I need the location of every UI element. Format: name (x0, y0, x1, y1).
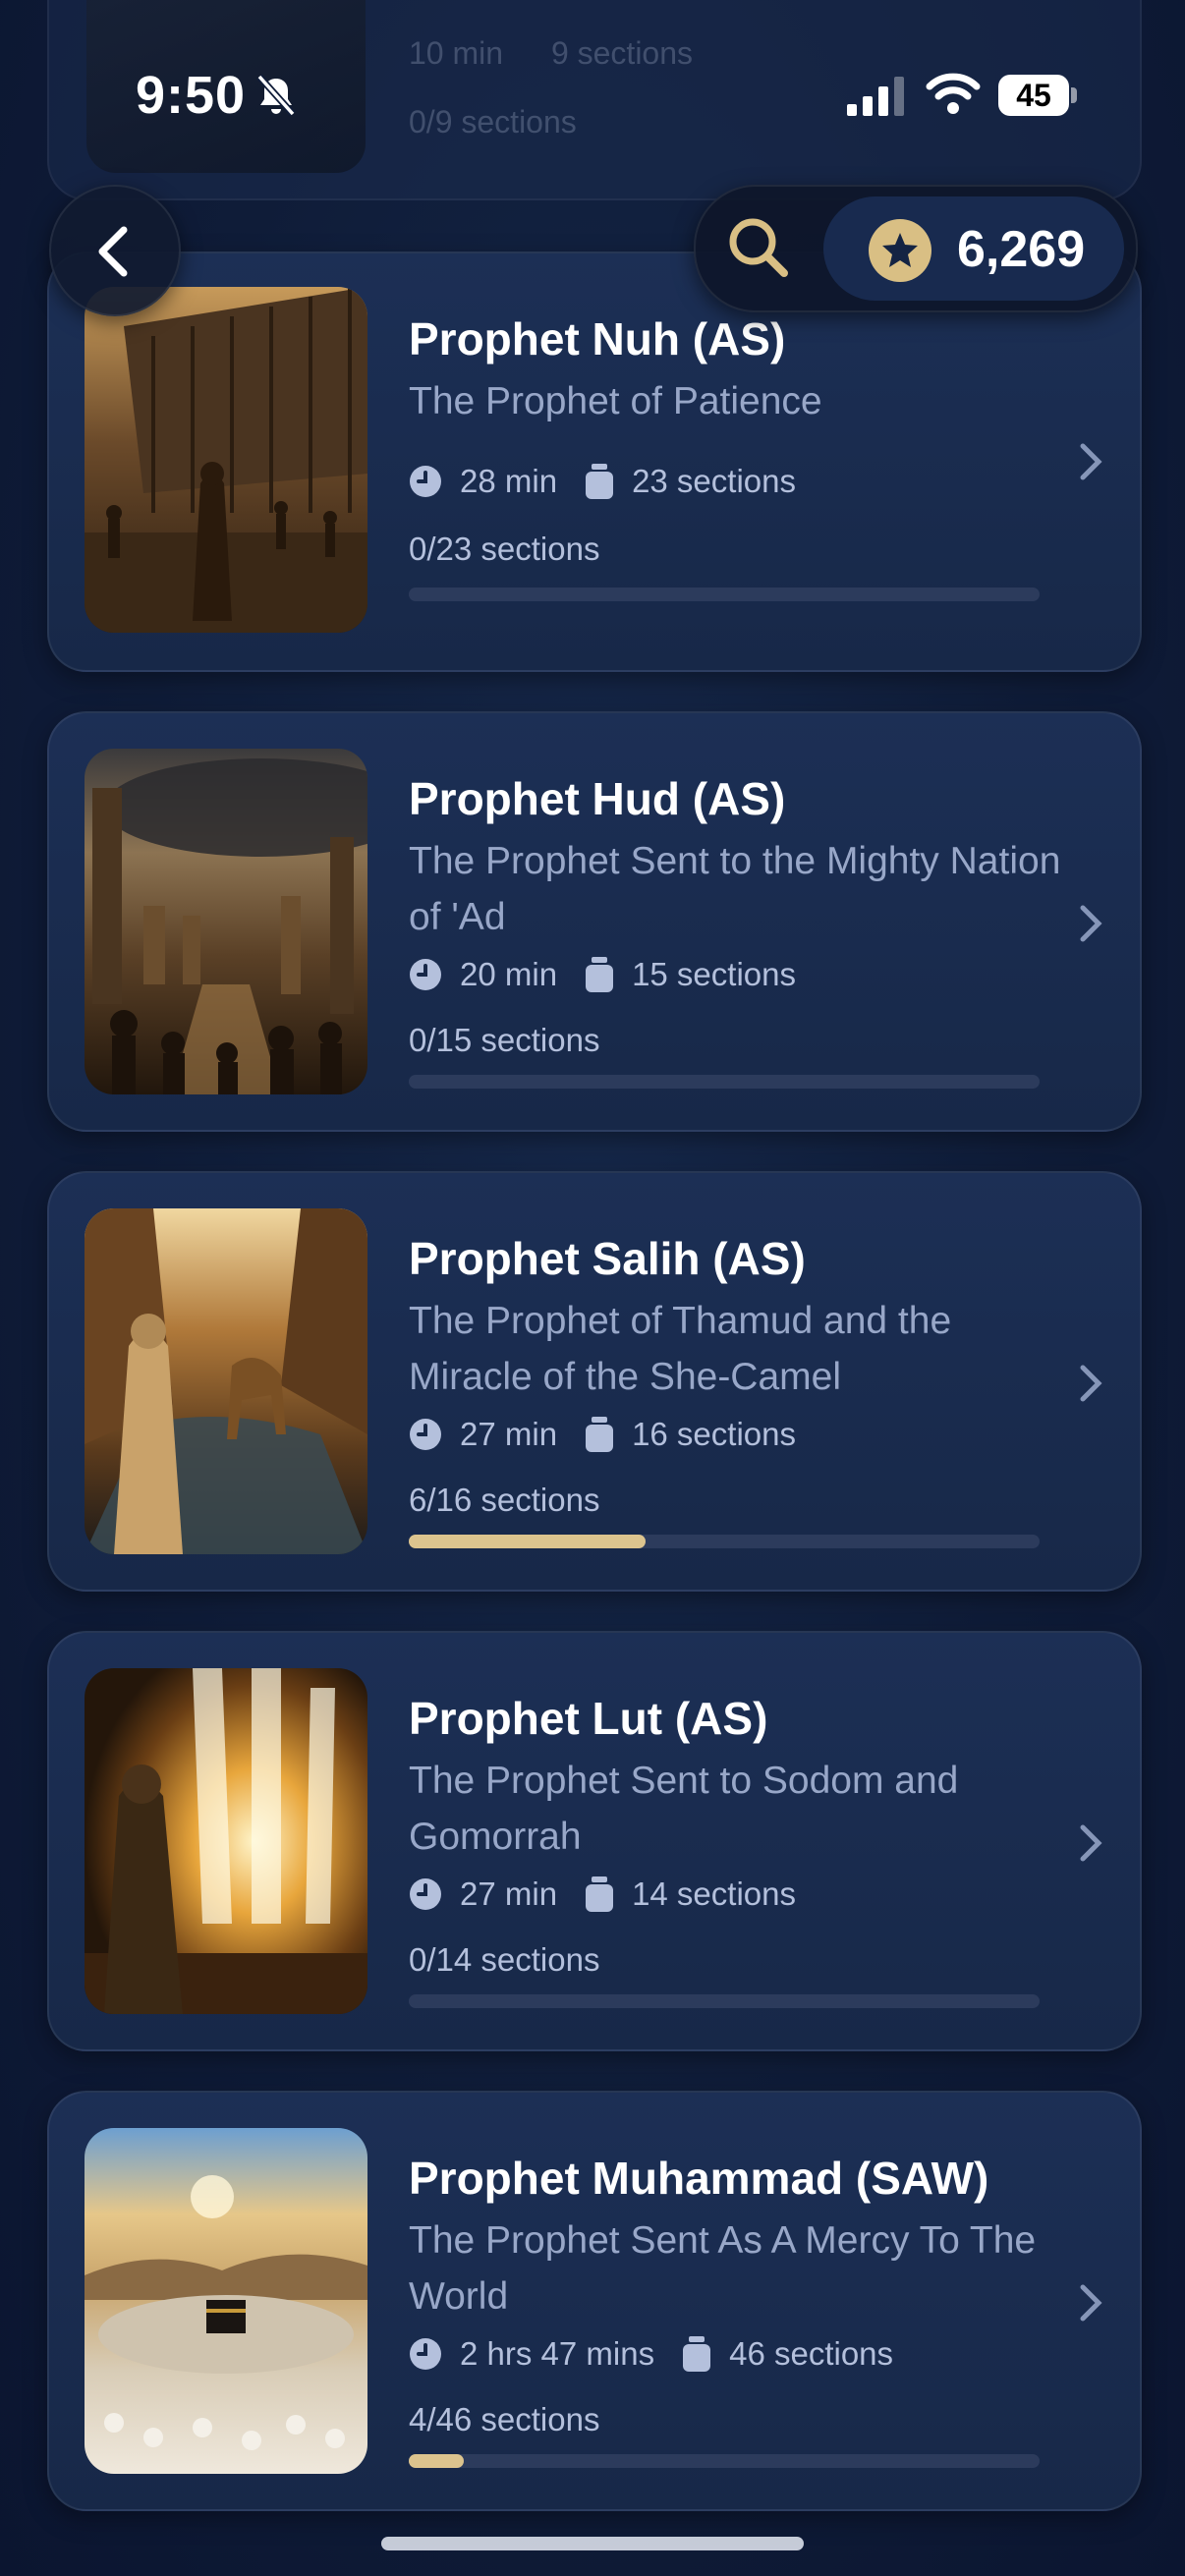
story-thumbnail-hud (85, 749, 367, 1094)
story-sections: 23 sections (632, 463, 796, 499)
story-meta: 20 min 15 sections (409, 955, 796, 994)
status-bar: 9:50 45 (0, 0, 1185, 187)
story-progress-text: 0/23 sections (409, 531, 600, 567)
search-icon (729, 218, 788, 277)
story-card-salih[interactable]: Prophet Salih (AS) The Prophet of Thamud… (47, 1171, 1142, 1592)
story-thumbnail-lut (85, 1668, 367, 2014)
story-meta: 27 min 16 sections (409, 1415, 796, 1454)
story-sections: 46 sections (729, 2335, 894, 2372)
story-progress-bar (409, 2454, 1040, 2468)
story-title: Prophet Salih (AS) (409, 1233, 806, 1284)
story-title: Prophet Muhammad (SAW) (409, 2153, 989, 2204)
story-progress-fill (409, 1535, 646, 1548)
story-subtitle: The Prophet of Patience (409, 380, 822, 422)
story-thumbnail-nuh (85, 287, 367, 633)
status-time: 9:50 (136, 66, 247, 125)
chevron-right-icon (1080, 443, 1102, 480)
story-progress-text: 0/14 sections (409, 1941, 600, 1978)
story-meta: 2 hrs 47 mins 46 sections (409, 2334, 893, 2374)
story-duration: 27 min (460, 1876, 558, 1912)
back-button[interactable] (49, 185, 181, 316)
chevron-left-icon (98, 226, 128, 277)
story-title: Prophet Hud (AS) (409, 773, 786, 824)
story-subtitle: The Prophet Sent As A Mercy To The World (409, 2219, 1037, 2318)
header-actions: 6,269 (694, 185, 1138, 312)
story-duration: 2 hrs 47 mins (460, 2335, 655, 2372)
story-title: Prophet Lut (AS) (409, 1693, 768, 1744)
sections-icon (586, 464, 614, 499)
story-sections: 16 sections (632, 1416, 796, 1452)
search-button[interactable] (715, 204, 804, 293)
screen: 10 min 9 sections 0/9 sections 9:50 45 6… (0, 0, 1185, 2576)
story-meta: 28 min 23 sections (409, 462, 796, 501)
battery-icon: 45 (998, 75, 1077, 116)
points-value: 6,269 (957, 221, 1086, 278)
clock-icon (410, 959, 441, 990)
story-progress-bar (409, 1994, 1040, 2008)
clock-icon (410, 466, 441, 497)
clock-icon (410, 1878, 441, 1910)
battery-cap (1071, 87, 1077, 103)
points-balance[interactable]: 6,269 (823, 196, 1124, 301)
bell-muted-icon (256, 74, 296, 117)
chevron-right-icon (1080, 1824, 1102, 1862)
star-icon (869, 219, 931, 282)
story-subtitle: The Prophet Sent to the Mighty Nation of… (409, 840, 1061, 938)
story-progress-fill (409, 2454, 464, 2468)
story-progress-bar (409, 588, 1040, 601)
chevron-right-icon (1080, 905, 1102, 942)
story-thumbnail-salih (85, 1208, 367, 1554)
sections-icon (683, 2336, 711, 2372)
story-card-muhammad[interactable]: Prophet Muhammad (SAW) The Prophet Sent … (47, 2091, 1142, 2511)
story-meta: 27 min 14 sections (409, 1875, 796, 1914)
story-progress-bar (409, 1075, 1040, 1089)
story-progress-text: 0/15 sections (409, 1022, 600, 1058)
sections-icon (586, 957, 614, 992)
story-sections: 15 sections (632, 956, 796, 992)
story-progress-text: 4/46 sections (409, 2401, 600, 2437)
cellular-signal-icon (847, 77, 904, 116)
story-duration: 28 min (460, 463, 558, 499)
wifi-icon (926, 73, 981, 114)
story-progress-bar (409, 1535, 1040, 1548)
sections-icon (586, 1876, 614, 1912)
home-indicator[interactable] (381, 2537, 804, 2550)
story-thumbnail-muhammad (85, 2128, 367, 2474)
clock-icon (410, 1419, 441, 1450)
story-duration: 20 min (460, 956, 558, 992)
story-card-hud[interactable]: Prophet Hud (AS) The Prophet Sent to the… (47, 711, 1142, 1132)
story-duration: 27 min (460, 1416, 558, 1452)
story-title: Prophet Nuh (AS) (409, 313, 786, 364)
clock-icon (410, 2338, 441, 2370)
story-subtitle: The Prophet Sent to Sodom and Gomorrah (409, 1760, 959, 1858)
battery-level: 45 (998, 75, 1069, 116)
story-card-lut[interactable]: Prophet Lut (AS) The Prophet Sent to Sod… (47, 1631, 1142, 2051)
story-sections: 14 sections (632, 1876, 796, 1912)
chevron-right-icon (1080, 2284, 1102, 2322)
chevron-right-icon (1080, 1365, 1102, 1402)
story-subtitle: The Prophet of Thamud and the Miracle of… (409, 1300, 952, 1398)
sections-icon (586, 1417, 614, 1452)
story-card-nuh[interactable]: Prophet Nuh (AS) The Prophet of Patience… (47, 252, 1142, 672)
story-progress-text: 6/16 sections (409, 1482, 600, 1518)
